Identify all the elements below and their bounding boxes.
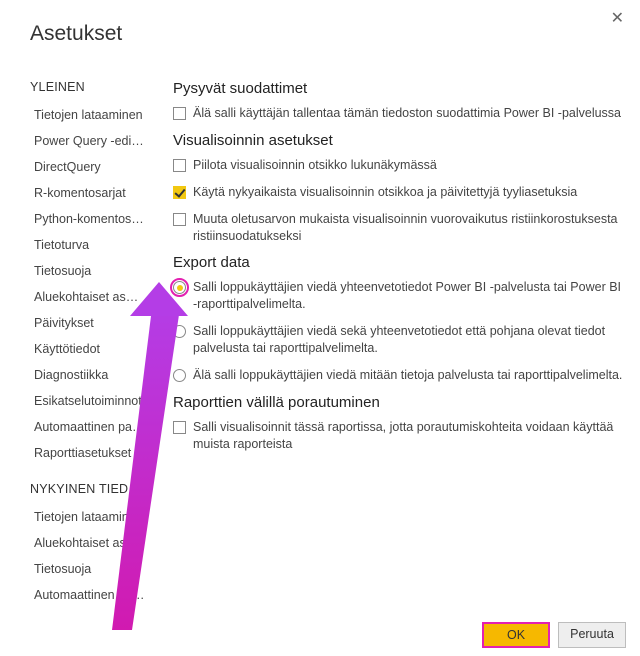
sidebar-item-data-load[interactable]: Tietojen lataaminen bbox=[30, 104, 149, 126]
option-label: Muuta oletusarvon mukaista visualisoinni… bbox=[193, 211, 626, 245]
option-cross-filter-default[interactable]: Muuta oletusarvon mukaista visualisoinni… bbox=[173, 211, 626, 245]
sidebar-item-cf-data-load[interactable]: Tietojen lataaminen bbox=[30, 506, 149, 528]
option-hide-visual-header[interactable]: Piilota visualisoinnin otsikko lukunäkym… bbox=[173, 157, 626, 174]
sidebar-section-current-file: NYKYINEN TIEDOSTO bbox=[30, 482, 149, 496]
radio-icon bbox=[173, 369, 186, 382]
option-label: Älä salli käyttäjän tallentaa tämän tied… bbox=[193, 105, 626, 122]
radio-icon bbox=[173, 325, 186, 338]
option-label: Salli visualisoinnit tässä raportissa, j… bbox=[193, 419, 626, 453]
section-export-data: Export data bbox=[173, 254, 626, 271]
sidebar-item-report-settings[interactable]: Raporttiasetukset bbox=[30, 442, 149, 464]
option-label: Älä salli loppukäyttäjien viedä mitään t… bbox=[193, 367, 626, 384]
dialog-title: Asetukset bbox=[0, 0, 640, 46]
section-persistent-filters: Pysyvät suodattimet bbox=[173, 80, 626, 97]
section-cross-report-drill: Raporttien välillä porautuminen bbox=[173, 394, 626, 411]
sidebar-item-usage[interactable]: Käyttötiedot bbox=[30, 338, 149, 360]
sidebar-item-privacy[interactable]: Tietosuoja bbox=[30, 260, 149, 282]
checkbox-icon bbox=[173, 186, 186, 199]
checkbox-icon bbox=[173, 107, 186, 120]
sidebar-item-updates[interactable]: Päivitykset bbox=[30, 312, 149, 334]
option-label: Piilota visualisoinnin otsikko lukunäkym… bbox=[193, 157, 626, 174]
option-label: Salli loppukäyttäjien viedä sekä yhteenv… bbox=[193, 323, 626, 357]
cancel-button[interactable]: Peruuta bbox=[558, 622, 626, 648]
option-export-summary[interactable]: Salli loppukäyttäjien viedä yhteenvetoti… bbox=[173, 279, 626, 313]
ok-button[interactable]: OK bbox=[482, 622, 550, 648]
option-export-none[interactable]: Älä salli loppukäyttäjien viedä mitään t… bbox=[173, 367, 626, 384]
dialog-body: YLEINEN Tietojen lataaminen Power Query … bbox=[0, 70, 640, 610]
sidebar-item-cf-regional[interactable]: Aluekohtaiset asetukset bbox=[30, 532, 149, 554]
option-label: Käytä nykyaikaista visualisoinnin otsikk… bbox=[193, 184, 626, 201]
sidebar-item-cf-autorecovery[interactable]: Automaattinen palautus bbox=[30, 584, 149, 606]
content-pane: Pysyvät suodattimet Älä salli käyttäjän … bbox=[155, 70, 640, 610]
sidebar-item-pq-editor[interactable]: Power Query -editori bbox=[30, 130, 149, 152]
checkbox-icon bbox=[173, 213, 186, 226]
option-export-summary-and-underlying[interactable]: Salli loppukäyttäjien viedä sekä yhteenv… bbox=[173, 323, 626, 357]
option-label: Salli loppukäyttäjien viedä yhteenvetoti… bbox=[193, 279, 626, 313]
option-allow-cross-report-drill[interactable]: Salli visualisoinnit tässä raportissa, j… bbox=[173, 419, 626, 453]
checkbox-icon bbox=[173, 421, 186, 434]
dialog-footer: OK Peruuta bbox=[482, 622, 626, 648]
sidebar-item-directquery[interactable]: DirectQuery bbox=[30, 156, 149, 178]
sidebar-item-diagnostics[interactable]: Diagnostiikka bbox=[30, 364, 149, 386]
sidebar-item-r-scripts[interactable]: R-komentosarjat bbox=[30, 182, 149, 204]
sidebar-item-cf-privacy[interactable]: Tietosuoja bbox=[30, 558, 149, 580]
sidebar-item-autorecovery[interactable]: Automaattinen palautus bbox=[30, 416, 149, 438]
option-modern-visual-header[interactable]: Käytä nykyaikaista visualisoinnin otsikk… bbox=[173, 184, 626, 201]
settings-dialog: ✕ Asetukset YLEINEN Tietojen lataaminen … bbox=[0, 0, 640, 656]
section-visual-settings: Visualisoinnin asetukset bbox=[173, 132, 626, 149]
sidebar: YLEINEN Tietojen lataaminen Power Query … bbox=[0, 70, 155, 610]
sidebar-item-security[interactable]: Tietoturva bbox=[30, 234, 149, 256]
checkbox-icon bbox=[173, 159, 186, 172]
sidebar-item-python-scripts[interactable]: Python-komentosarjat bbox=[30, 208, 149, 230]
option-disallow-save-filters[interactable]: Älä salli käyttäjän tallentaa tämän tied… bbox=[173, 105, 626, 122]
sidebar-item-preview[interactable]: Esikatselutoiminnot bbox=[30, 390, 149, 412]
sidebar-section-general: YLEINEN bbox=[30, 80, 149, 94]
radio-icon bbox=[173, 281, 186, 294]
sidebar-item-regional[interactable]: Aluekohtaiset asetukset bbox=[30, 286, 149, 308]
close-button[interactable]: ✕ bbox=[605, 6, 630, 30]
